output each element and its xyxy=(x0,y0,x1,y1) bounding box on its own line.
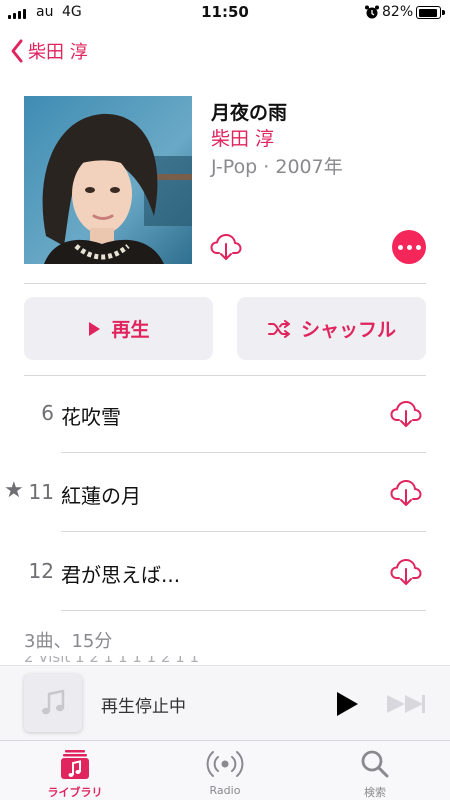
play-icon xyxy=(89,321,101,336)
cloud-download-icon[interactable] xyxy=(390,478,422,508)
track-title: 君が思えば... xyxy=(61,563,181,587)
shuffle-button[interactable]: シャッフル xyxy=(237,297,426,360)
track-number: 11 xyxy=(28,480,54,504)
tab-label: 検索 xyxy=(364,786,386,799)
album-artist-link[interactable]: 柴田 淳 xyxy=(211,124,274,151)
cloud-download-icon[interactable] xyxy=(390,399,422,429)
divider xyxy=(24,283,426,284)
album-summary: 3曲、15分 xyxy=(24,631,113,652)
mini-player[interactable]: 再生停止中 xyxy=(0,665,450,740)
shuffle-button-label: シャッフル xyxy=(300,319,396,341)
music-note-icon xyxy=(42,689,65,715)
fast-forward-icon[interactable] xyxy=(385,693,427,715)
play-button-label: 再生 xyxy=(111,319,150,341)
mini-player-artwork xyxy=(24,674,82,732)
back-label: 柴田 淳 xyxy=(28,42,88,63)
track-title: 花吹雪 xyxy=(61,405,121,429)
tab-bar: ライブラリ Radio 検索 xyxy=(0,740,450,800)
divider xyxy=(61,452,426,453)
battery-icon xyxy=(416,6,445,19)
album-genre-year: J-Pop · 2007年 xyxy=(211,156,343,178)
playback-status: 再生停止中 xyxy=(101,697,186,717)
album-artwork xyxy=(24,96,192,264)
battery-percent: 82% xyxy=(382,4,414,20)
cloud-download-icon[interactable] xyxy=(210,232,242,262)
track-title: 紅蓮の月 xyxy=(61,484,141,508)
divider xyxy=(61,531,426,532)
alarm-icon xyxy=(365,5,379,19)
chevron-left-icon xyxy=(11,39,23,63)
tab-search[interactable]: 検索 xyxy=(300,741,450,800)
track-number: 6 xyxy=(41,401,54,425)
track-row[interactable]: 12 君が思えば... xyxy=(0,533,450,611)
status-bar: au 4G 11:50 82% xyxy=(0,0,450,26)
tab-radio[interactable]: Radio xyxy=(150,741,300,800)
radio-icon xyxy=(206,747,244,781)
tab-library[interactable]: ライブラリ xyxy=(0,741,150,800)
divider xyxy=(61,610,426,611)
play-button[interactable]: 再生 xyxy=(24,297,213,360)
shuffle-icon xyxy=(267,319,290,338)
back-button[interactable]: 柴田 淳 xyxy=(10,36,88,66)
library-icon xyxy=(56,747,94,781)
track-row[interactable]: 6 花吹雪 xyxy=(0,375,450,453)
cloud-download-icon[interactable] xyxy=(390,557,422,587)
more-options-button[interactable] xyxy=(392,230,426,264)
search-icon xyxy=(356,747,394,781)
tab-label: Radio xyxy=(209,784,241,797)
play-icon[interactable] xyxy=(334,690,360,718)
album-title: 月夜の雨 xyxy=(211,102,288,124)
tab-label: ライブラリ xyxy=(47,786,103,799)
track-number: 12 xyxy=(28,559,54,583)
track-row[interactable]: ★ 11 紅蓮の月 xyxy=(0,454,450,532)
